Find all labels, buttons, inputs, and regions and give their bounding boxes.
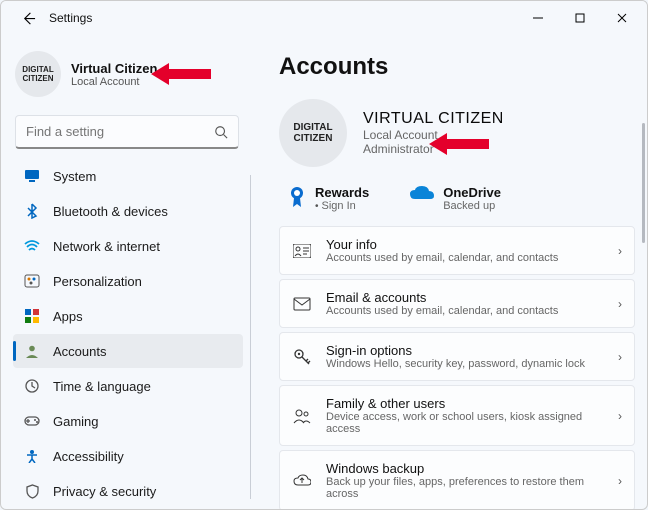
tile-sub: Backed up bbox=[443, 200, 501, 212]
sidebar-item-label: Privacy & security bbox=[53, 484, 156, 499]
card-your-info[interactable]: Your infoAccounts used by email, calenda… bbox=[279, 226, 635, 275]
apps-icon bbox=[23, 307, 41, 325]
hero-role: Administrator bbox=[363, 142, 504, 156]
account-hero: DIGITALCITIZEN VIRTUAL CITIZEN Local Acc… bbox=[279, 99, 635, 167]
close-button[interactable] bbox=[601, 3, 643, 33]
sidebar-item-label: Bluetooth & devices bbox=[53, 204, 168, 219]
tile-title: OneDrive bbox=[443, 185, 501, 200]
tile-title: Rewards bbox=[315, 185, 369, 200]
hero-meta: VIRTUAL CITIZEN Local Account Administra… bbox=[363, 110, 504, 156]
your-info-icon bbox=[292, 241, 312, 261]
card-signin-options[interactable]: Sign-in optionsWindows Hello, security k… bbox=[279, 332, 635, 381]
card-title: Sign-in options bbox=[326, 343, 604, 358]
search-box[interactable] bbox=[15, 115, 239, 149]
card-title: Your info bbox=[326, 237, 604, 252]
minimize-button[interactable] bbox=[517, 3, 559, 33]
rewards-icon bbox=[287, 185, 307, 209]
card-sub: Device access, work or school users, kio… bbox=[326, 411, 604, 435]
avatar-large: DIGITALCITIZEN bbox=[279, 99, 347, 167]
personalization-icon bbox=[23, 272, 41, 290]
search-input[interactable] bbox=[26, 124, 214, 139]
titlebar: Settings bbox=[1, 1, 647, 35]
sidebar-item-privacy[interactable]: Privacy & security bbox=[13, 474, 243, 508]
card-title: Email & accounts bbox=[326, 290, 604, 305]
sidebar-item-label: Accounts bbox=[53, 344, 106, 359]
window-controls bbox=[517, 3, 643, 33]
backup-icon bbox=[292, 471, 312, 491]
avatar: DIGITALCITIZEN bbox=[15, 51, 61, 97]
card-sub: Windows Hello, security key, password, d… bbox=[326, 358, 604, 370]
sidebar: DIGITALCITIZEN Virtual Citizen Local Acc… bbox=[1, 35, 251, 509]
sidebar-item-personalization[interactable]: Personalization bbox=[13, 264, 243, 298]
sidebar-item-time[interactable]: Time & language bbox=[13, 369, 243, 403]
settings-window: Settings DIGITALCITIZEN Virtual Citizen … bbox=[0, 0, 648, 510]
sidebar-item-label: Accessibility bbox=[53, 449, 124, 464]
onedrive-icon bbox=[409, 185, 435, 203]
card-email-accounts[interactable]: Email & accountsAccounts used by email, … bbox=[279, 279, 635, 328]
network-icon bbox=[23, 237, 41, 255]
card-windows-backup[interactable]: Windows backupBack up your files, apps, … bbox=[279, 450, 635, 509]
card-sub: Accounts used by email, calendar, and co… bbox=[326, 252, 604, 264]
chevron-right-icon: › bbox=[618, 244, 622, 258]
current-user[interactable]: DIGITALCITIZEN Virtual Citizen Local Acc… bbox=[13, 45, 243, 111]
privacy-icon bbox=[23, 482, 41, 500]
sidebar-item-label: Time & language bbox=[53, 379, 151, 394]
hero-name: VIRTUAL CITIZEN bbox=[363, 110, 504, 128]
gaming-icon bbox=[23, 412, 41, 430]
card-sub: Back up your files, apps, preferences to… bbox=[326, 476, 604, 500]
accessibility-icon bbox=[23, 447, 41, 465]
sidebar-item-network[interactable]: Network & internet bbox=[13, 229, 243, 263]
chevron-right-icon: › bbox=[618, 350, 622, 364]
card-title: Windows backup bbox=[326, 461, 604, 476]
search-icon bbox=[214, 125, 228, 139]
email-icon bbox=[292, 294, 312, 314]
family-icon bbox=[292, 406, 312, 426]
account-tiles: Rewards •Sign In OneDrive Backed up bbox=[279, 179, 635, 226]
sidebar-item-gaming[interactable]: Gaming bbox=[13, 404, 243, 438]
main-panel: Accounts DIGITALCITIZEN VIRTUAL CITIZEN … bbox=[251, 35, 647, 509]
card-title: Family & other users bbox=[326, 396, 604, 411]
sidebar-item-label: Gaming bbox=[53, 414, 99, 429]
content: DIGITALCITIZEN Virtual Citizen Local Acc… bbox=[1, 35, 647, 509]
sidebar-item-accessibility[interactable]: Accessibility bbox=[13, 439, 243, 473]
bluetooth-icon bbox=[23, 202, 41, 220]
onedrive-tile[interactable]: OneDrive Backed up bbox=[409, 185, 501, 212]
user-subtitle: Local Account bbox=[71, 76, 157, 88]
settings-cards: Your infoAccounts used by email, calenda… bbox=[279, 226, 635, 509]
user-meta: Virtual Citizen Local Account bbox=[71, 61, 157, 88]
user-name: Virtual Citizen bbox=[71, 61, 157, 76]
card-family-users[interactable]: Family & other usersDevice access, work … bbox=[279, 385, 635, 446]
chevron-right-icon: › bbox=[618, 297, 622, 311]
sidebar-item-apps[interactable]: Apps bbox=[13, 299, 243, 333]
nav: System Bluetooth & devices Network & int… bbox=[13, 159, 243, 509]
rewards-tile[interactable]: Rewards •Sign In bbox=[287, 185, 369, 212]
card-sub: Accounts used by email, calendar, and co… bbox=[326, 305, 604, 317]
time-icon bbox=[23, 377, 41, 395]
page-title: Accounts bbox=[279, 53, 635, 81]
system-icon bbox=[23, 167, 41, 185]
sidebar-item-bluetooth[interactable]: Bluetooth & devices bbox=[13, 194, 243, 228]
accounts-icon bbox=[23, 342, 41, 360]
sidebar-item-label: Apps bbox=[53, 309, 83, 324]
chevron-right-icon: › bbox=[618, 474, 622, 488]
sidebar-item-accounts[interactable]: Accounts bbox=[13, 334, 243, 368]
key-icon bbox=[292, 347, 312, 367]
maximize-button[interactable] bbox=[559, 3, 601, 33]
sidebar-item-label: System bbox=[53, 169, 96, 184]
window-title: Settings bbox=[49, 11, 92, 25]
chevron-right-icon: › bbox=[618, 409, 622, 423]
tile-sub: •Sign In bbox=[315, 200, 369, 212]
hero-account-type: Local Account bbox=[363, 128, 504, 142]
sidebar-item-label: Network & internet bbox=[53, 239, 160, 254]
scrollbar-thumb[interactable] bbox=[642, 123, 645, 243]
sidebar-item-label: Personalization bbox=[53, 274, 142, 289]
sidebar-item-system[interactable]: System bbox=[13, 159, 243, 193]
back-button[interactable] bbox=[15, 5, 41, 31]
